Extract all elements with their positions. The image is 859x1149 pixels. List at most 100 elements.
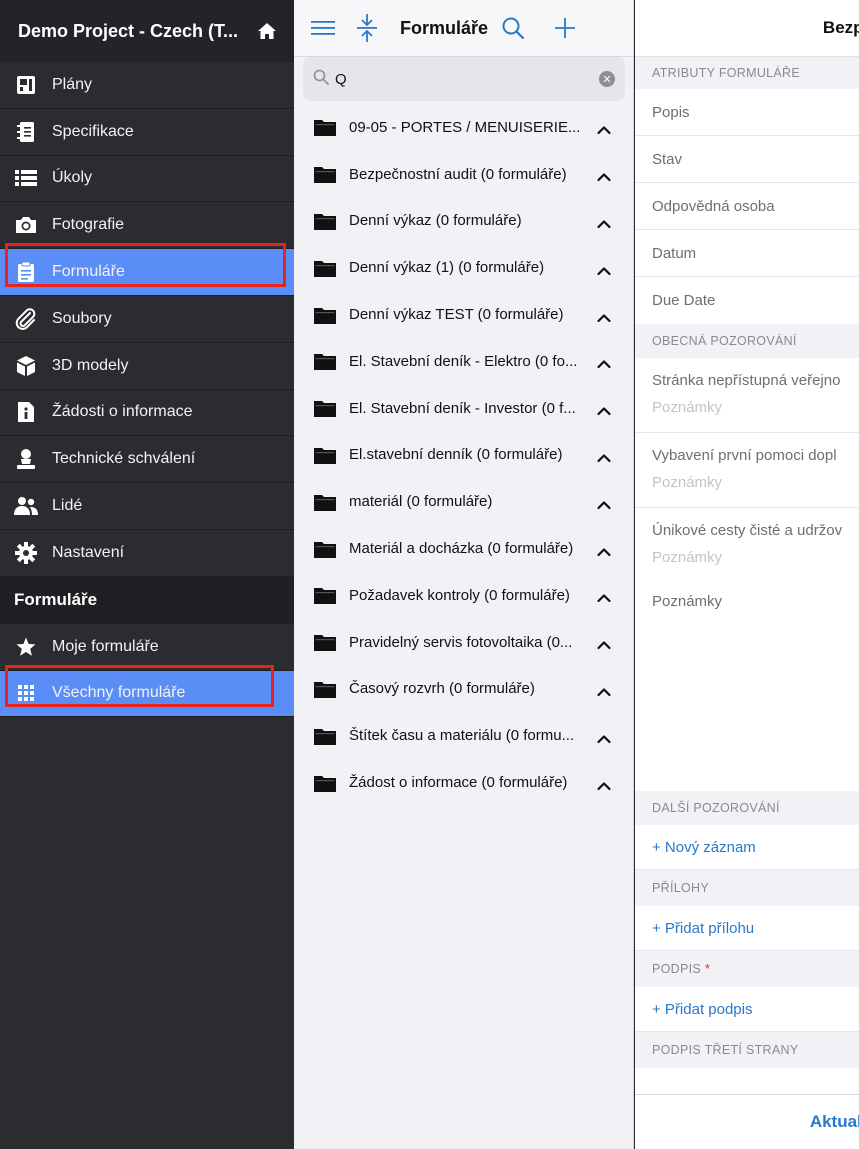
- add-icon[interactable]: [550, 13, 580, 43]
- section-header-attributes: ATRIBUTY FORMULÁŘE: [635, 57, 859, 89]
- notes-area[interactable]: Poznámky: [635, 583, 859, 791]
- panel-title: Formuláře: [400, 17, 489, 38]
- chevron-up-icon[interactable]: [597, 403, 611, 416]
- chevron-up-icon[interactable]: [597, 590, 611, 603]
- search-input[interactable]: [335, 70, 599, 88]
- folder-row[interactable]: Bezpečnostní audit (0 formuláře): [294, 151, 633, 198]
- sidebar-item-label: Lidé: [52, 497, 83, 515]
- chevron-up-icon[interactable]: [597, 637, 611, 650]
- sidebar-item-label: Specifikace: [52, 122, 134, 140]
- observation-notes-placeholder[interactable]: Poznámky: [652, 549, 859, 566]
- sidebar-item-label: 3D modely: [52, 356, 129, 374]
- sidebar-item-specifikace[interactable]: Specifikace: [0, 109, 294, 156]
- folder-row[interactable]: Časový rozvrh (0 formuláře): [294, 666, 633, 713]
- sidebar-item-lide[interactable]: Lidé: [0, 483, 294, 530]
- folder-row[interactable]: El. Stavební deník - Elektro (0 fo...: [294, 338, 633, 385]
- folder-row[interactable]: Materiál a docházka (0 formuláře): [294, 525, 633, 572]
- folder-label: Bezpečnostní audit (0 formuláře): [349, 165, 567, 183]
- folder-icon: [314, 680, 336, 698]
- folder-icon: [314, 306, 336, 324]
- sidebar-item-label: Všechny formuláře: [52, 684, 186, 702]
- chevron-up-icon[interactable]: [597, 497, 611, 509]
- chevron-up-icon[interactable]: [597, 169, 611, 182]
- folder-row[interactable]: Pravidelný servis fotovoltaika (0...: [294, 619, 633, 666]
- home-icon[interactable]: [256, 20, 278, 42]
- folder-label: Denní výkaz (0 formuláře): [349, 212, 522, 230]
- attribute-row-due-date[interactable]: Due Date: [635, 277, 859, 324]
- attribute-row-datum[interactable]: Datum: [635, 230, 859, 277]
- chevron-up-icon[interactable]: [597, 122, 611, 135]
- section-header-more-observations: DALŠÍ POZOROVÁNÍ: [635, 791, 859, 825]
- folder-row[interactable]: El. Stavební deník - Investor (0 f...: [294, 385, 633, 432]
- chevron-up-icon[interactable]: [597, 684, 611, 697]
- project-title[interactable]: Demo Project - Czech (T...: [18, 21, 256, 42]
- folder-icon: [314, 352, 336, 371]
- collapse-icon[interactable]: [352, 13, 382, 43]
- chevron-up-icon[interactable]: [597, 731, 611, 743]
- chevron-up-icon[interactable]: [597, 450, 611, 463]
- observation-item[interactable]: Vybavení první pomoci dopl Poznámky: [635, 433, 859, 508]
- sidebar-item-plany[interactable]: Plány: [0, 62, 294, 109]
- add-signature-button[interactable]: + Přidat podpis: [635, 987, 859, 1032]
- folder-row[interactable]: Štítek času a materiálu (0 formu...: [294, 712, 633, 759]
- folder-label: Materiál a docházka (0 formuláře): [349, 540, 574, 558]
- chevron-up-icon[interactable]: [597, 263, 611, 275]
- menu-icon[interactable]: [308, 13, 338, 43]
- attribute-row-stav[interactable]: Stav: [635, 136, 859, 183]
- chevron-up-icon[interactable]: [597, 216, 611, 229]
- folder-icon: [314, 633, 336, 652]
- sidebar-item-3d-modely[interactable]: 3D modely: [0, 343, 294, 390]
- clipboard-icon: [14, 260, 38, 284]
- sidebar-item-label: Úkoly: [52, 169, 93, 187]
- sidebar-item-moje-formulare[interactable]: Moje formuláře: [0, 624, 294, 671]
- folder-label: El.stavební denník (0 formuláře): [349, 446, 563, 464]
- section-header-third-party-signature: PODPIS TŘETÍ STRANY: [635, 1032, 859, 1068]
- form-detail-header: Bezpe: [635, 0, 859, 57]
- attribute-row-popis[interactable]: Popis: [635, 89, 859, 136]
- chevron-up-icon[interactable]: [597, 778, 611, 790]
- folder-row[interactable]: Denní výkaz TEST (0 formuláře): [294, 291, 633, 338]
- sidebar-item-vsechny-formulare[interactable]: Všechny formuláře: [0, 670, 294, 718]
- chevron-up-icon[interactable]: [597, 356, 611, 369]
- new-record-button[interactable]: + Nový záznam: [635, 825, 859, 870]
- folder-row[interactable]: Denní výkaz (0 formuláře): [294, 198, 633, 245]
- folder-row[interactable]: 09-05 - PORTES / MENUISERIE...: [294, 104, 633, 151]
- sidebar-item-label: Formuláře: [52, 263, 125, 281]
- sidebar-item-formulare[interactable]: Formuláře: [0, 249, 294, 296]
- camera-icon: [14, 213, 38, 237]
- folder-row[interactable]: Požadavek kontroly (0 formuláře): [294, 572, 633, 619]
- sidebar-item-nastaveni[interactable]: Nastavení: [0, 530, 294, 577]
- folder-row[interactable]: Žádost o informace (0 formuláře): [294, 759, 633, 806]
- signature-section-label: PODPIS: [652, 962, 702, 976]
- folder-row[interactable]: Denní výkaz (1) (0 formuláře): [294, 244, 633, 291]
- folder-label: materiál (0 formuláře): [349, 493, 493, 511]
- sidebar-item-fotografie[interactable]: Fotografie: [0, 202, 294, 250]
- observation-item[interactable]: Stránka nepřístupná veřejno Poznámky: [635, 358, 859, 433]
- folder-toolbar: Formuláře: [294, 0, 633, 57]
- update-button[interactable]: Aktualiz: [810, 1112, 859, 1132]
- sidebar-item-technicke-schvaleni[interactable]: Technické schválení: [0, 436, 294, 484]
- sidebar-item-ukoly[interactable]: Úkoly: [0, 156, 294, 203]
- search-icon[interactable]: [498, 13, 528, 43]
- sidebar-item-label: Fotografie: [52, 216, 125, 234]
- list-icon: [14, 166, 38, 190]
- add-attachment-button[interactable]: + Přidat přílohu: [635, 906, 859, 951]
- notes-label: Poznámky: [652, 593, 723, 610]
- folder-row[interactable]: materiál (0 formuláře): [294, 478, 633, 525]
- sidebar-item-zadosti-o-informace[interactable]: Žádosti o informace: [0, 390, 294, 437]
- chevron-up-icon[interactable]: [597, 310, 611, 322]
- folder-label: Požadavek kontroly (0 formuláře): [349, 586, 570, 604]
- chevron-up-icon[interactable]: [597, 544, 611, 556]
- attribute-row-odpovedna-osoba[interactable]: Odpovědná osoba: [635, 183, 859, 230]
- sidebar-item-label: Moje formuláře: [52, 637, 159, 655]
- sidebar-item-soubory[interactable]: Soubory: [0, 296, 294, 343]
- required-marker: *: [705, 962, 711, 976]
- clear-search-icon[interactable]: ✕: [599, 71, 615, 87]
- observation-text: Stránka nepřístupná veřejno: [652, 372, 841, 389]
- notebook-icon: [14, 120, 38, 144]
- observation-notes-placeholder[interactable]: Poznámky: [652, 474, 859, 491]
- folder-row[interactable]: El.stavební denník (0 formuláře): [294, 432, 633, 479]
- observation-item[interactable]: Únikové cesty čisté a udržov Poznámky: [635, 508, 859, 583]
- sidebar: Demo Project - Czech (T... Plány Specifi…: [0, 0, 294, 1149]
- observation-notes-placeholder[interactable]: Poznámky: [652, 399, 859, 416]
